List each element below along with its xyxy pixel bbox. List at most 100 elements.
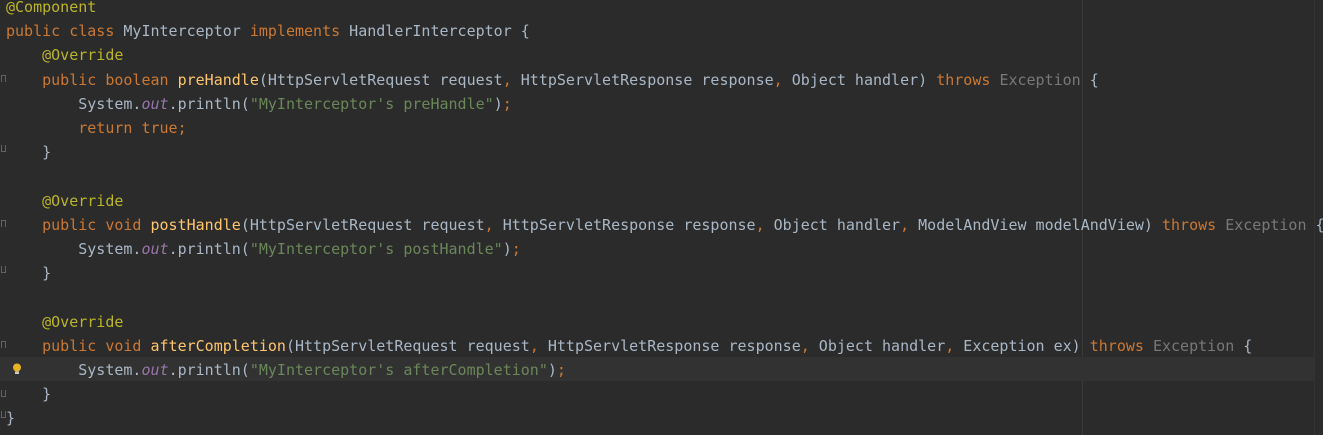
code-token: { — [1306, 215, 1323, 234]
code-token: out — [141, 94, 169, 113]
code-token: (HttpServletRequest request — [285, 336, 530, 355]
code-token: System. — [6, 94, 142, 113]
code-line[interactable]: } — [6, 382, 51, 406]
code-line[interactable]: @Override — [6, 310, 123, 334]
code-token: ; — [502, 94, 512, 113]
code-token: , — [529, 336, 539, 355]
code-token: public — [42, 70, 97, 89]
code-token: System. — [6, 361, 142, 379]
lightbulb-icon[interactable] — [12, 363, 22, 375]
code-token: HttpServletResponse response — [538, 336, 801, 355]
code-token: public — [42, 215, 97, 234]
code-token: implements — [249, 22, 341, 41]
code-token: afterCompletion — [150, 336, 286, 355]
code-token: return — [78, 119, 133, 137]
code-token: Object handler — [809, 336, 946, 355]
code-token: public — [6, 22, 61, 41]
code-line[interactable]: public void postHandle(HttpServletReques… — [6, 213, 1323, 237]
code-token: Object handler) — [782, 70, 937, 89]
code-token: Exception — [1225, 215, 1307, 234]
code-token: true — [141, 119, 178, 137]
code-token: ; — [556, 361, 566, 379]
code-token: , — [900, 215, 910, 234]
fold-icon[interactable] — [1, 411, 6, 418]
code-token: .println( — [168, 94, 250, 113]
code-token: Object handler — [764, 215, 901, 234]
code-token: , — [502, 70, 512, 89]
code-line[interactable]: System.out.println("MyInterceptor's preH… — [6, 92, 512, 116]
code-token: (HttpServletRequest request — [258, 70, 503, 89]
code-token: ) — [493, 94, 503, 113]
code-token: ; — [511, 240, 521, 258]
code-line[interactable]: System.out.println("MyInterceptor's post… — [6, 237, 521, 261]
code-editor[interactable]: @Component public class MyInterceptor imp… — [0, 0, 1323, 435]
code-token: ; — [177, 119, 187, 137]
code-token: throws — [1089, 336, 1144, 355]
code-token: void — [105, 336, 142, 355]
code-token: void — [105, 215, 142, 234]
code-line[interactable]: @Component — [6, 0, 96, 19]
code-line[interactable]: } — [6, 261, 51, 285]
code-token: , — [484, 215, 494, 234]
code-token: @Override — [42, 46, 124, 65]
code-token: , — [773, 70, 783, 89]
code-token: (HttpServletRequest request — [240, 215, 485, 234]
fold-icon[interactable] — [1, 266, 6, 273]
code-line[interactable]: System.out.println("MyInterceptor's afte… — [6, 358, 566, 382]
code-token: @Override — [42, 191, 124, 210]
code-line[interactable]: public void afterCompletion(HttpServletR… — [6, 334, 1252, 358]
code-token: postHandle — [150, 215, 241, 234]
code-line[interactable]: public class MyInterceptor implements Ha… — [6, 19, 530, 43]
code-token: .println( — [168, 361, 250, 379]
code-token: "MyInterceptor's postHandle" — [249, 240, 503, 258]
code-token: ModelAndView modelAndView) — [909, 215, 1162, 234]
code-token: boolean — [105, 70, 169, 89]
code-token: HandlerInterceptor { — [340, 22, 530, 41]
code-token: ) — [502, 240, 512, 258]
fold-icon[interactable] — [1, 341, 6, 348]
code-token: Exception — [999, 70, 1081, 89]
fold-icon[interactable] — [1, 390, 6, 397]
code-token: class — [69, 22, 115, 41]
code-line[interactable]: } — [6, 140, 51, 164]
code-token: @Component — [6, 0, 97, 16]
code-line[interactable]: public boolean preHandle(HttpServletRequ… — [6, 68, 1099, 92]
code-token: throws — [1162, 215, 1217, 234]
code-token: } — [6, 143, 52, 162]
code-token: out — [141, 361, 169, 379]
code-token: } — [6, 264, 52, 283]
code-token: } — [6, 385, 52, 404]
code-token: Exception ex) — [954, 336, 1090, 355]
code-token: @Override — [42, 312, 124, 331]
code-token: ) — [547, 361, 557, 379]
code-line[interactable]: } — [6, 406, 15, 430]
code-line[interactable]: @Override — [6, 189, 123, 213]
code-token: public — [42, 336, 97, 355]
fold-icon[interactable] — [1, 220, 6, 227]
code-token: HttpServletResponse response — [511, 70, 774, 89]
code-token: System. — [6, 240, 142, 258]
code-line[interactable]: return true; — [6, 116, 187, 140]
fold-icon[interactable] — [1, 75, 6, 82]
code-token: out — [141, 240, 169, 258]
fold-icon[interactable] — [1, 145, 6, 152]
code-line[interactable]: @Override — [6, 43, 123, 67]
code-token: { — [1234, 336, 1253, 355]
code-token: MyInterceptor — [114, 22, 250, 41]
